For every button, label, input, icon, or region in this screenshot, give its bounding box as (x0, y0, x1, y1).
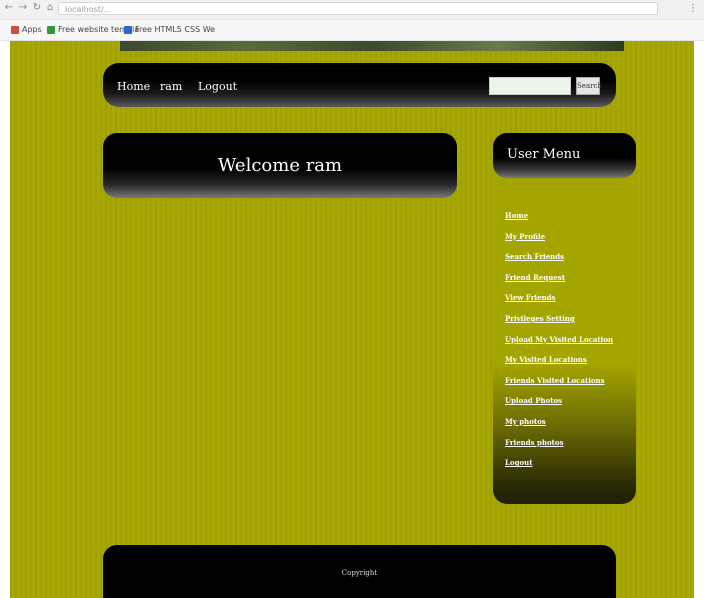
menu-link-upload-photos[interactable]: Upload Photos (505, 396, 562, 405)
menu-link-home[interactable]: Home (505, 211, 528, 220)
list-item: Upload My Visited Location (505, 327, 613, 348)
menu-link-friends-photos[interactable]: Friends photos (505, 438, 564, 447)
user-menu-sidebar: User Menu Home My Profile Search Friends… (493, 133, 636, 504)
list-item: My Visited Locations (505, 347, 613, 368)
menu-link-friends-visited-locations[interactable]: Friends Visited Locations (505, 376, 605, 385)
list-item: View Friends (505, 285, 613, 306)
menu-link-friend-request[interactable]: Friend Request (505, 273, 565, 282)
forward-icon[interactable]: → (18, 3, 28, 13)
bookmark-label: Apps (22, 25, 42, 34)
list-item: Privileges Setting (505, 306, 613, 327)
menu-link-search-friends[interactable]: Search Friends (505, 252, 564, 261)
menu-link-view-friends[interactable]: View Friends (505, 293, 555, 302)
browser-toolbar: ← → ↻ ⌂ localhost/... ⋮ (0, 0, 704, 20)
bookmark-favicon-icon (47, 25, 55, 34)
nav-home-link[interactable]: Home (117, 80, 150, 93)
welcome-panel: Welcome ram (103, 133, 457, 198)
user-menu-title: User Menu (507, 147, 581, 162)
bookmark-favicon-icon (124, 25, 132, 34)
user-menu-list: Home My Profile Search Friends Friend Re… (505, 203, 613, 471)
apps-grid-icon (11, 25, 19, 34)
list-item: Friends Visited Locations (505, 368, 613, 389)
top-navigation: Home ram Logout Search (103, 63, 616, 107)
menu-link-logout[interactable]: Logout (505, 458, 532, 467)
menu-link-my-visited-locations[interactable]: My Visited Locations (505, 355, 587, 364)
menu-link-my-profile[interactable]: My Profile (505, 232, 545, 241)
bookmark-apps[interactable]: Apps (11, 25, 42, 34)
nav-user-link[interactable]: ram (160, 80, 182, 93)
list-item: My Profile (505, 224, 613, 245)
copyright-text: Copyright (341, 569, 378, 577)
browser-menu-icon[interactable]: ⋮ (688, 3, 698, 14)
bookmark-free-html5-css[interactable]: Free HTML5 CSS We (124, 25, 215, 34)
menu-link-privileges-setting[interactable]: Privileges Setting (505, 314, 575, 323)
address-bar[interactable]: localhost/... (58, 2, 658, 15)
list-item: Home (505, 203, 613, 224)
list-item: Search Friends (505, 244, 613, 265)
list-item: Logout (505, 450, 613, 471)
search-input[interactable] (489, 77, 571, 95)
page-body: Home ram Logout Search Welcome ram User … (10, 41, 694, 598)
reload-icon[interactable]: ↻ (32, 3, 42, 13)
list-item: Friend Request (505, 265, 613, 286)
menu-link-upload-visited-location[interactable]: Upload My Visited Location (505, 335, 613, 344)
page-footer: Copyright (103, 545, 616, 598)
list-item: Upload Photos (505, 388, 613, 409)
back-icon[interactable]: ← (4, 3, 14, 13)
list-item: My photos (505, 409, 613, 430)
bookmarks-bar: Apps Free website templa Free HTML5 CSS … (0, 20, 704, 41)
list-item: Friends photos (505, 430, 613, 451)
bookmark-label: Free HTML5 CSS We (135, 25, 216, 34)
menu-link-my-photos[interactable]: My photos (505, 417, 546, 426)
search-button[interactable]: Search (576, 77, 602, 95)
nav-logout-link[interactable]: Logout (198, 80, 237, 93)
user-menu-header: User Menu (493, 133, 636, 178)
welcome-title: Welcome ram (217, 155, 343, 176)
home-icon[interactable]: ⌂ (45, 3, 55, 13)
header-banner-image (120, 41, 624, 51)
